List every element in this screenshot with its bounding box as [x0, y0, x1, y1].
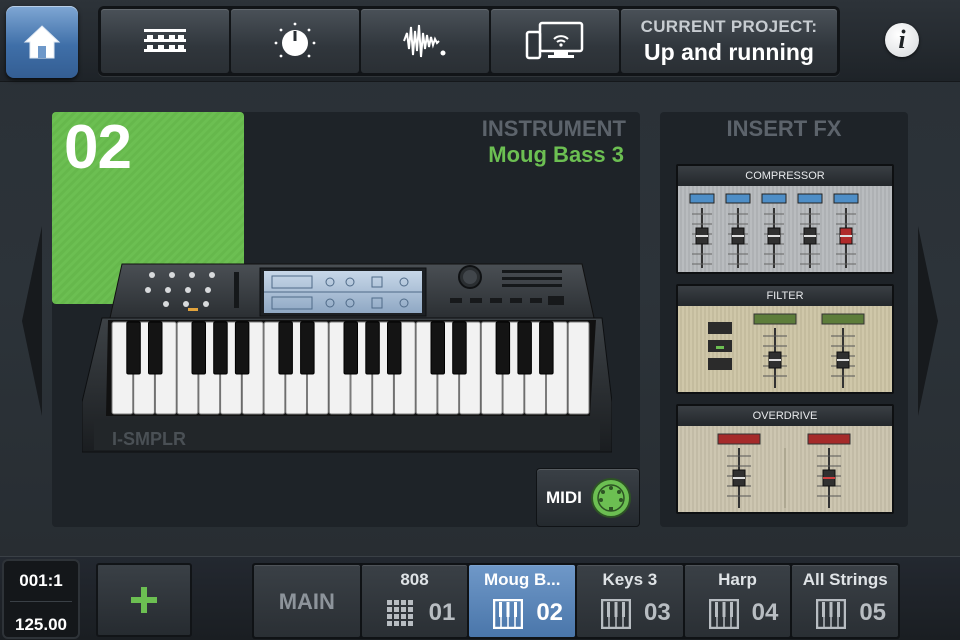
- keyboard-icon: [708, 599, 739, 629]
- track-name: 808: [400, 570, 429, 589]
- mixer-icon: [144, 29, 186, 52]
- fx-compressor[interactable]: COMPRESSOR: [676, 164, 894, 274]
- synth-black-key[interactable]: [343, 321, 358, 375]
- track-name: Harp: [718, 570, 757, 589]
- current-project[interactable]: CURRENT PROJECT: Up and running: [621, 9, 837, 73]
- track-05[interactable]: All Strings 05: [792, 565, 899, 637]
- synth-black-key[interactable]: [539, 321, 554, 375]
- compressor-faders[interactable]: [678, 186, 892, 272]
- drum-pads-icon: [386, 600, 413, 626]
- synth-black-key[interactable]: [387, 321, 402, 375]
- compressor-channel[interactable]: [725, 193, 751, 268]
- track-name: Moug B...: [483, 570, 561, 589]
- midi-button[interactable]: MIDI: [536, 468, 640, 527]
- synth-black-key[interactable]: [126, 321, 141, 375]
- next-instrument-arrow[interactable]: [918, 226, 938, 416]
- track-selector: MAIN 808 01 Moug B... 02 Keys 3 03 Harp …: [252, 563, 900, 639]
- devices-button[interactable]: [491, 9, 619, 73]
- midi-connector-icon: [590, 477, 631, 518]
- keyboard-icon: [493, 599, 524, 629]
- compressor-channel[interactable]: [761, 193, 787, 268]
- synth-black-key[interactable]: [234, 321, 250, 375]
- synth-black-key[interactable]: [213, 321, 228, 375]
- track-main-label: MAIN: [278, 589, 335, 614]
- keyboard-icon: [601, 599, 632, 629]
- compressor-channel[interactable]: [797, 193, 823, 268]
- add-track-button[interactable]: [96, 563, 192, 637]
- knob-button[interactable]: [231, 9, 359, 73]
- synth-black-key[interactable]: [148, 321, 163, 375]
- compressor-channel[interactable]: [689, 193, 715, 268]
- fx-overdrive-name: OVERDRIVE: [678, 406, 892, 426]
- track-03[interactable]: Keys 3 03: [577, 565, 683, 637]
- fx-compressor-name: COMPRESSOR: [678, 166, 892, 186]
- filter-controls[interactable]: [678, 306, 892, 392]
- song-position: 001:1: [19, 571, 63, 590]
- midi-label: MIDI: [546, 487, 582, 507]
- synth-black-key[interactable]: [191, 321, 206, 375]
- synth-white-key[interactable]: [567, 321, 590, 415]
- track-01[interactable]: 808 01: [361, 565, 468, 637]
- devices-wifi-icon: [525, 21, 584, 60]
- track-02[interactable]: Moug B... 02: [469, 565, 576, 637]
- info-button[interactable]: i: [885, 23, 919, 57]
- synth-black-key[interactable]: [517, 321, 532, 375]
- compressor-channel[interactable]: [833, 193, 859, 268]
- synth-black-key[interactable]: [300, 321, 315, 375]
- synth-black-key[interactable]: [365, 321, 380, 375]
- insert-fx-panel: INSERT FX COMPRESSOR FILTER OVERDRIVE: [660, 112, 908, 527]
- track-name: All Strings: [802, 570, 888, 589]
- fx-overdrive[interactable]: OVERDRIVE: [676, 404, 894, 514]
- instrument-section-label: INSTRUMENT: [481, 116, 626, 141]
- track-number: 05: [859, 599, 887, 626]
- synth-brand-label: I-SMPLR: [112, 429, 186, 449]
- tempo-bpm: 125.00: [15, 615, 67, 634]
- main-toolbar: CURRENT PROJECT: Up and running: [98, 6, 840, 76]
- keyboard-icon: [816, 599, 847, 629]
- fx-filter-name: FILTER: [678, 286, 892, 306]
- previous-instrument-arrow[interactable]: [22, 226, 42, 416]
- instrument-panel: 02 INSTRUMENT Moug Bass 3 I-SMPLR MIDI: [52, 112, 640, 527]
- synth-black-key[interactable]: [495, 321, 511, 375]
- track-number: 03: [643, 599, 671, 626]
- synth-black-key[interactable]: [452, 321, 467, 375]
- track-number: 01: [428, 599, 456, 626]
- bottom-bar: 001:1 125.00 MAIN 808 01 Moug B... 02 Ke…: [0, 556, 960, 640]
- synthesizer-image[interactable]: I-SMPLR: [82, 262, 612, 457]
- instrument-name[interactable]: Moug Bass 3: [488, 142, 624, 168]
- current-project-label: CURRENT PROJECT:: [640, 16, 818, 36]
- track-number: 04: [751, 599, 779, 626]
- synth-black-key[interactable]: [278, 321, 293, 375]
- home-button[interactable]: [6, 6, 78, 78]
- knob-icon: [274, 22, 316, 58]
- fx-filter[interactable]: FILTER: [676, 284, 894, 394]
- transport-divider: [10, 601, 72, 602]
- transport-display[interactable]: 001:1 125.00: [2, 559, 80, 639]
- insert-fx-label: INSERT FX: [726, 116, 842, 141]
- top-bar: CURRENT PROJECT: Up and running i: [0, 0, 960, 82]
- track-name: Keys 3: [602, 570, 658, 589]
- home-icon: [23, 25, 61, 59]
- track-main[interactable]: MAIN: [254, 565, 360, 637]
- synth-black-key[interactable]: [430, 321, 445, 375]
- current-project-name: Up and running: [644, 38, 814, 65]
- waveform-button[interactable]: [361, 9, 489, 73]
- mixer-button[interactable]: [101, 9, 229, 73]
- track-04[interactable]: Harp 04: [684, 565, 791, 637]
- plus-icon: [131, 587, 157, 613]
- overdrive-controls[interactable]: [678, 426, 892, 512]
- waveform-icon: [403, 24, 446, 58]
- instrument-slot-number: 02: [64, 113, 132, 182]
- track-number: 02: [536, 599, 564, 626]
